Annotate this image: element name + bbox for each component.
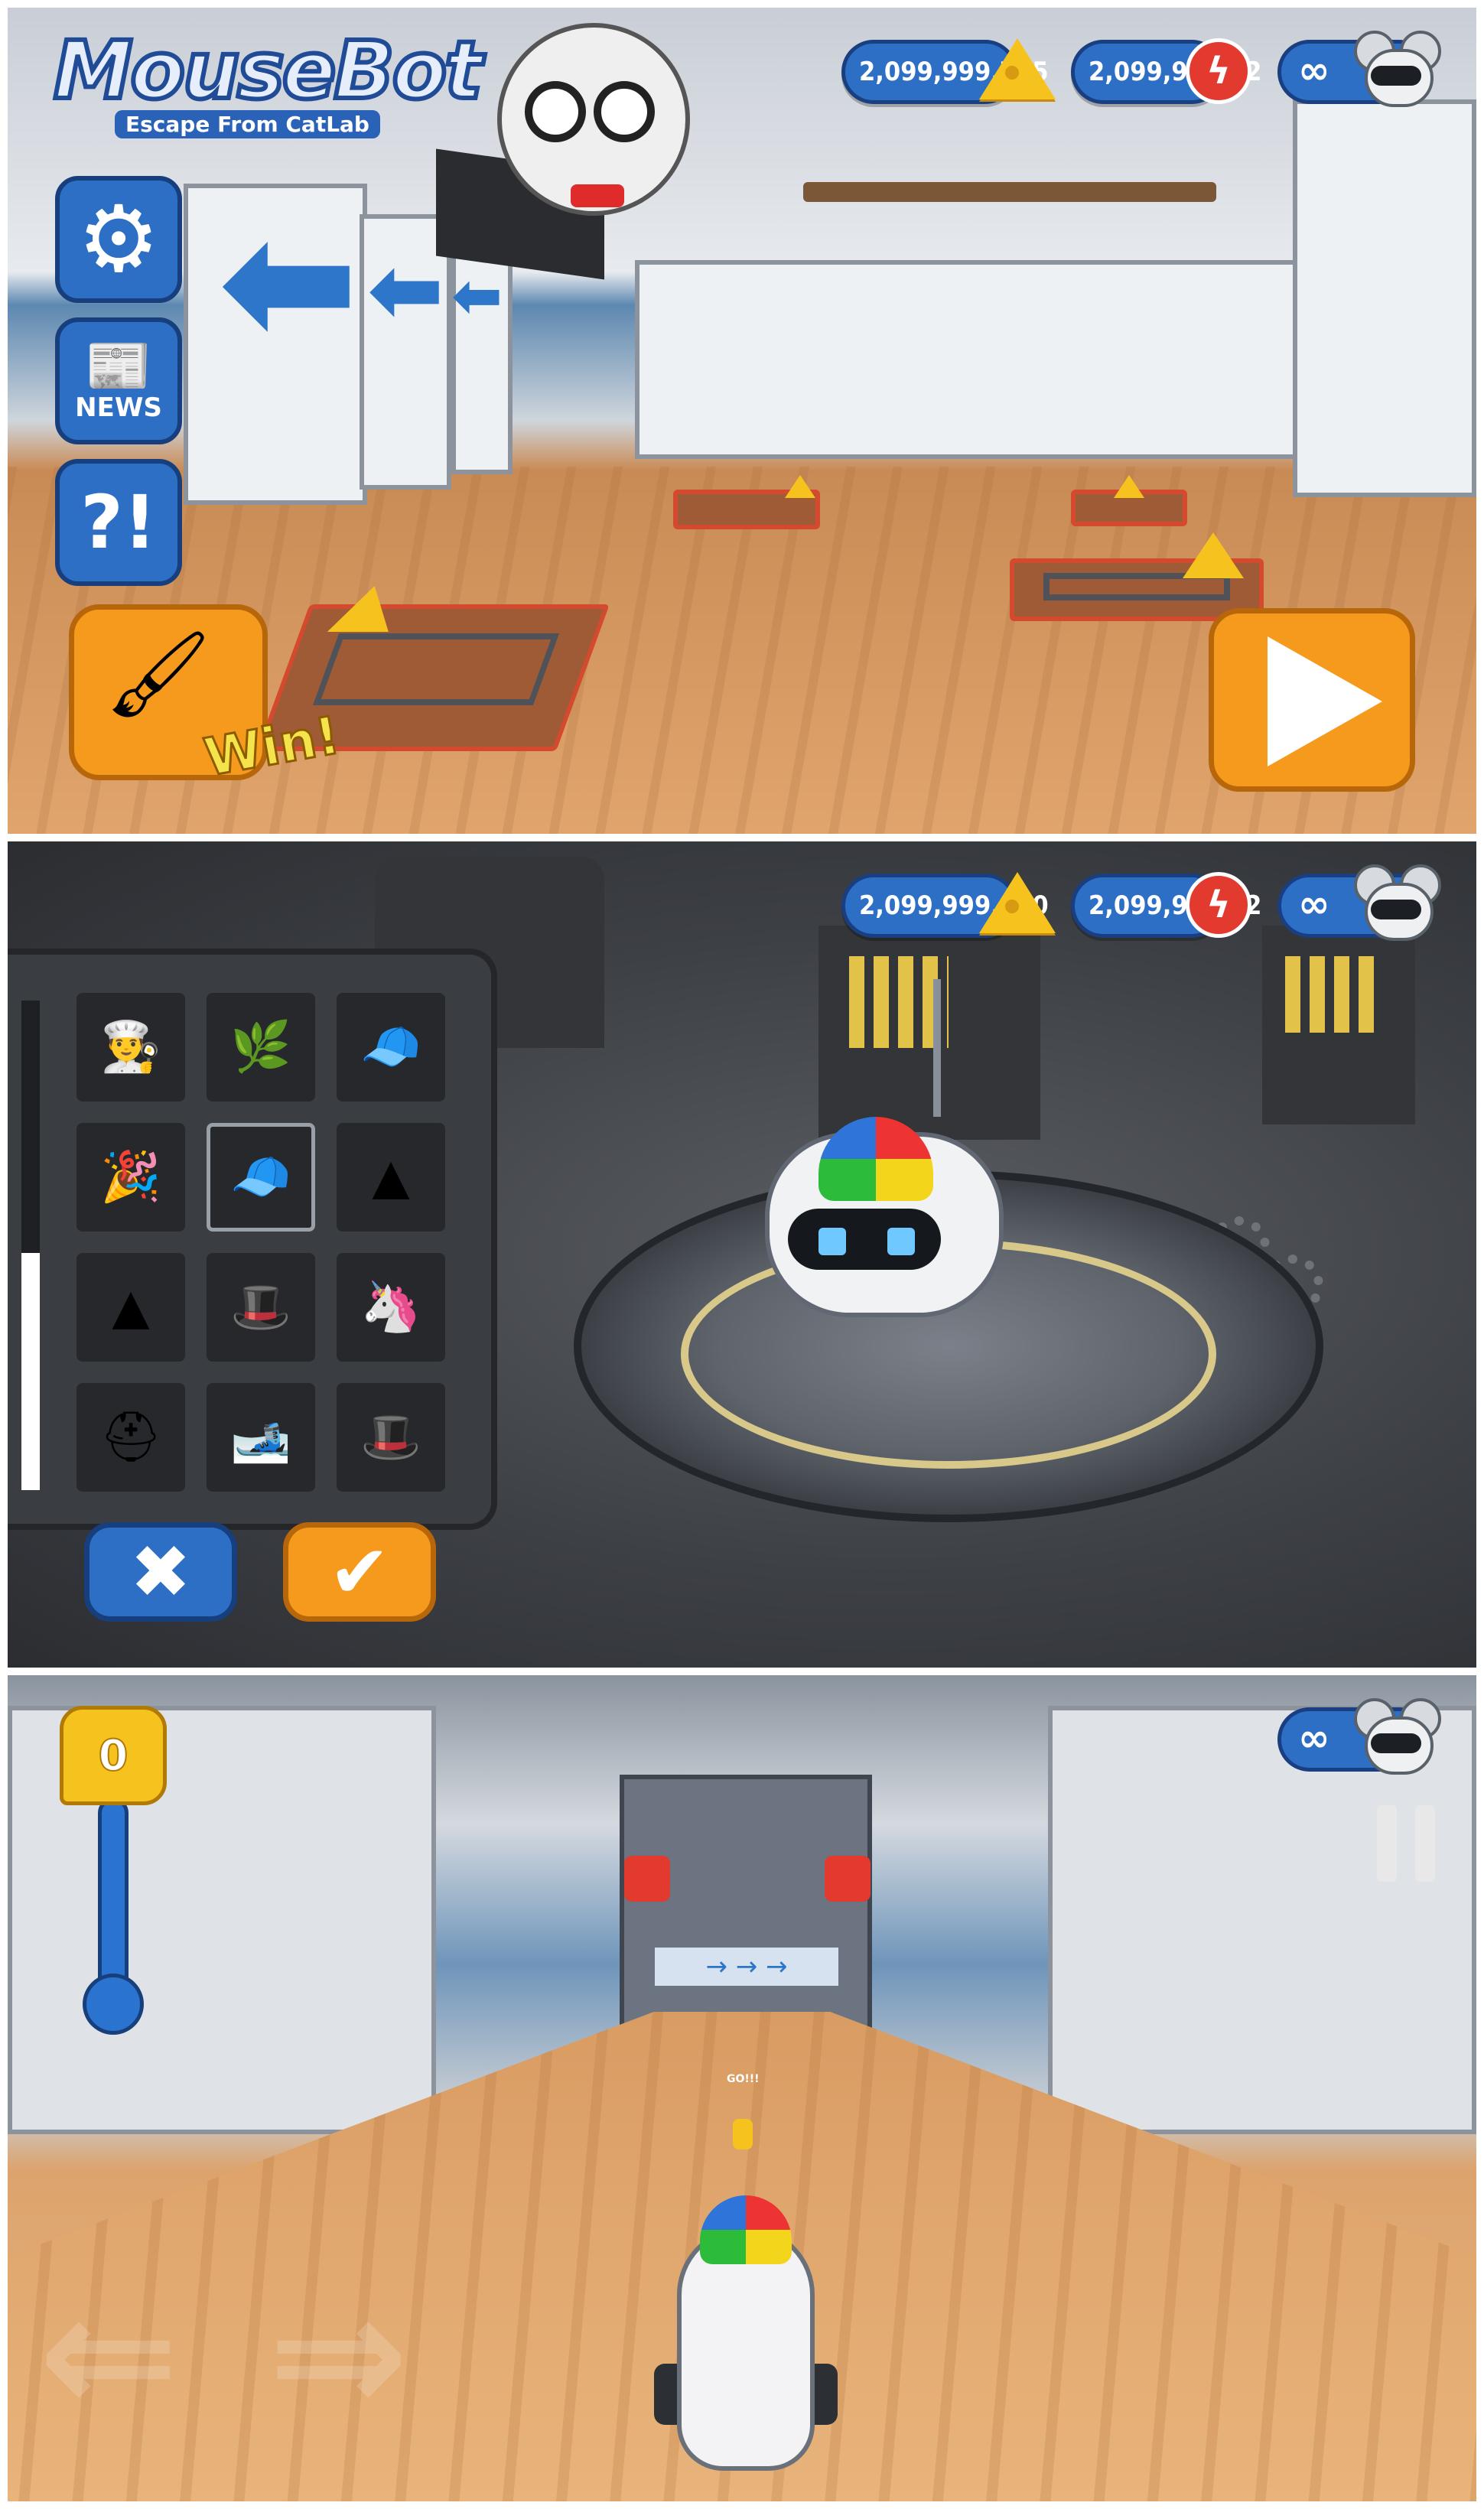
hat-slot-viking-helmet[interactable]: ⛑ (76, 1383, 185, 1492)
cheese-meter: 0 (60, 1706, 167, 2042)
confirm-button[interactable]: ✔ (283, 1522, 436, 1622)
hat-slot-chef-hat[interactable]: 👨‍🍳 (76, 993, 185, 1102)
gameplay-screen: → → → GO!!! 0 ∞ ⇐ ⇒ (8, 1675, 1476, 2501)
paintbrush-hat-icon: 🖌 (105, 625, 212, 723)
logo-subtitle: Escape From CatLab (115, 110, 380, 138)
propeller-beanie-icon: 🧢 (230, 1149, 291, 1206)
logo-title: MouseBot (51, 24, 485, 117)
help-button[interactable]: ?! (55, 459, 182, 586)
arrow-left-icon: ⬅ (367, 237, 444, 343)
cancel-button[interactable]: ✖ (84, 1522, 237, 1622)
hat-selection-panel: 👨‍🍳 🌿 🧢 🎉 🧢 ▲ ▲ 🎩 🦄 ⛑ 🎿 🎩 (8, 949, 497, 1530)
red-alarm-light (624, 1856, 670, 1902)
close-icon: ✖ (129, 1529, 192, 1615)
scrollbar-thumb[interactable] (21, 1253, 40, 1490)
hat-slot-silver-spikes[interactable]: ▲ (337, 1123, 445, 1232)
arrow-right-icon: → → → (655, 1948, 838, 1986)
cheese-icon (1183, 532, 1244, 578)
lab-shelf (803, 182, 1216, 202)
hat-slot-yellow-visor[interactable]: 🧢 (337, 993, 445, 1102)
energy-bolt-icon: ϟ (1186, 38, 1251, 104)
hat-slot-dark-spikes[interactable]: ▲ (76, 1253, 185, 1362)
arrow-left-icon: ⬅ (218, 184, 360, 379)
customize-screen: 2,099,999,670 2,099,998,62 ϟ ∞ 👨‍🍳 🌿 🧢 🎉 🧢 ▲ ▲… (8, 841, 1476, 1668)
background-building (1262, 926, 1415, 1124)
glasses-icon (525, 81, 586, 142)
hat-slot-bobble-hat[interactable]: 🎿 (207, 1383, 315, 1492)
chef-hat-icon: 👨‍🍳 (100, 1019, 161, 1076)
scientist-cat (497, 23, 690, 216)
cheese-icon (785, 475, 815, 498)
glasses-icon (594, 81, 655, 142)
party-hat-icon: 🎉 (100, 1149, 161, 1206)
cheese-meter-value: 0 (60, 1706, 167, 1805)
hat-slot-party-hat[interactable]: 🎉 (76, 1123, 185, 1232)
main-menu-screen: ⬅ ⬅ ⬅ MouseBot Escape From CatLab 2,099,… (8, 8, 1476, 834)
steer-left-icon[interactable]: ⇐ (38, 2257, 179, 2452)
lives-value: ∞ (1298, 882, 1330, 926)
hat-slot-striped-top-hat[interactable]: 🎩 (207, 1253, 315, 1362)
newspaper-icon: 📰 (85, 334, 152, 397)
news-button[interactable]: 📰 NEWS (55, 317, 182, 444)
arrow-left-icon: ⬅ (451, 260, 503, 331)
cheese-icon (979, 872, 1056, 933)
viking-helmet-icon: ⛑ (99, 1409, 162, 1466)
mouse-trap (673, 475, 820, 529)
help-label: ?! (80, 480, 157, 565)
cheese-icon (1114, 475, 1144, 498)
wall-panel (1293, 99, 1476, 497)
lives-value: ∞ (1298, 1716, 1330, 1760)
hat-slot-leaf-crown[interactable]: 🌿 (207, 993, 315, 1102)
go-text: GO!!! (727, 2073, 760, 2085)
cheese-icon (979, 38, 1056, 99)
gear-icon: ⚙ (77, 186, 160, 293)
mouse-trap (1071, 475, 1187, 526)
energy-bolt-icon: ϟ (1186, 872, 1251, 938)
pause-button[interactable] (1377, 1805, 1443, 1882)
hat-list-scrollbar[interactable] (21, 1001, 40, 1490)
propeller-beanie-icon (818, 1117, 933, 1201)
silver-spikes-icon: ▲ (372, 1149, 410, 1206)
unicorn-horn-icon: 🦄 (360, 1279, 421, 1336)
leaf-crown-icon: 🌿 (230, 1019, 291, 1076)
hat-slot-propeller-beanie[interactable]: 🧢 (207, 1123, 315, 1232)
news-label: NEWS (75, 392, 162, 423)
mousebot-preview (734, 979, 1017, 1346)
cheese-pickup-icon (733, 2119, 753, 2149)
play-button[interactable] (1209, 608, 1415, 792)
mousebot-head-icon (1354, 864, 1441, 941)
dark-spikes-icon: ▲ (112, 1279, 150, 1336)
customize-win-button[interactable]: 🖌 Win! (69, 604, 346, 789)
checkmark-icon: ✔ (328, 1529, 391, 1615)
bow-tie (571, 184, 624, 207)
striped-top-hat-icon: 🎩 (230, 1279, 291, 1336)
mousebot-head-icon (1354, 1698, 1441, 1775)
lives-value: ∞ (1298, 48, 1330, 93)
antenna (933, 979, 941, 1117)
mousebot-player (654, 2195, 838, 2486)
propeller-beanie-icon (700, 2195, 792, 2264)
bobble-hat-icon: 🎿 (230, 1409, 291, 1466)
steer-right-icon[interactable]: ⇒ (268, 2257, 408, 2452)
settings-button[interactable]: ⚙ (55, 176, 182, 303)
hat-slot-unicorn-horn[interactable]: 🦄 (337, 1253, 445, 1362)
red-alarm-light (825, 1856, 871, 1902)
yellow-visor-icon: 🧢 (360, 1019, 421, 1076)
game-logo: MouseBot Escape From CatLab (51, 24, 485, 138)
black-top-hat-icon: 🎩 (360, 1409, 421, 1466)
hat-slot-black-top-hat[interactable]: 🎩 (337, 1383, 445, 1492)
mousebot-head-icon (1354, 31, 1441, 107)
